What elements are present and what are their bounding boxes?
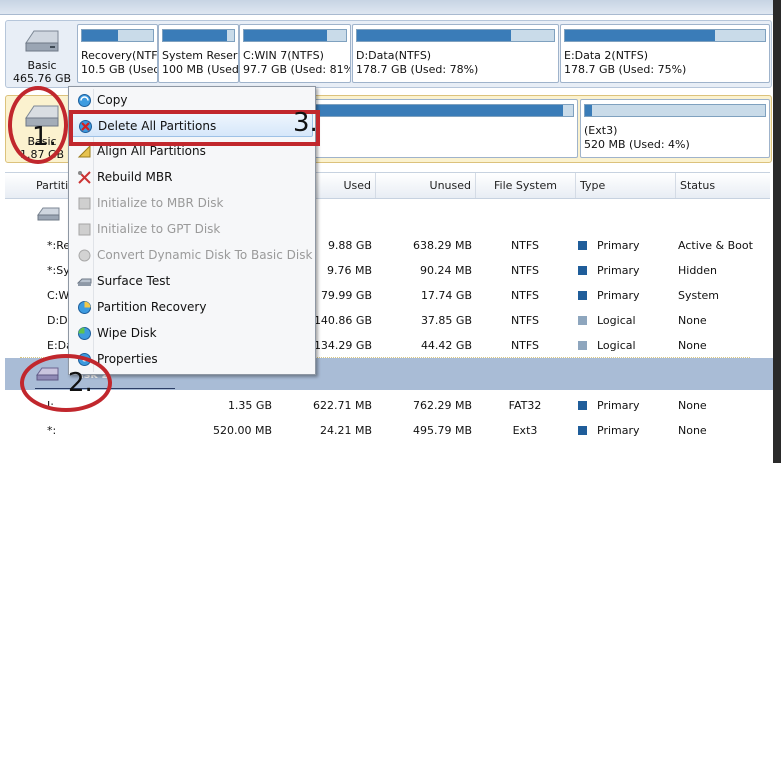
menu-item-wipe-disk[interactable]: Wipe Disk xyxy=(71,321,313,345)
disk1-partition-5[interactable]: E:Data 2(NTFS) 178.7 GB (Used: 75%) xyxy=(560,24,770,83)
window-top-strip xyxy=(0,0,773,15)
annotation-box-delete xyxy=(69,110,320,146)
usage-bar xyxy=(564,29,766,42)
wipe-disk-icon xyxy=(78,327,91,340)
annotation-step-2: 2. xyxy=(68,368,93,398)
usage-bar xyxy=(81,29,154,42)
menu-item-partition-recovery[interactable]: Partition Recovery xyxy=(71,295,313,319)
tools-icon xyxy=(78,171,91,184)
annotation-step-1: 1. xyxy=(32,122,57,152)
col-file-system[interactable]: File System xyxy=(475,173,575,198)
disk1-partition-3[interactable]: C:WIN 7(NTFS) 97.7 GB (Used: 81%) xyxy=(239,24,351,83)
partition-manager-window: Basic 465.76 GB Recovery(NTF 10.5 GB (Us… xyxy=(0,0,773,463)
partition-name: D:Data(NTFS) xyxy=(356,49,432,62)
primary-color-icon xyxy=(578,401,587,410)
disk1-size: 465.76 GB xyxy=(12,72,72,85)
primary-color-icon xyxy=(578,291,587,300)
partition-detail: 10.5 GB (Used xyxy=(81,63,158,76)
disk1-group-icon xyxy=(37,207,60,221)
initialize-gpt-icon xyxy=(78,223,91,236)
usage-bar xyxy=(162,29,235,42)
vertical-scrollbar[interactable] xyxy=(773,0,781,463)
copy-icon xyxy=(78,94,91,107)
partition-name: E:Data 2(NTFS) xyxy=(564,49,649,62)
menu-item-properties[interactable]: Properties xyxy=(71,347,313,371)
usage-bar xyxy=(356,29,555,42)
menu-item-initialize-mbr[interactable]: Initialize to MBR Disk xyxy=(71,191,313,215)
logical-color-icon xyxy=(578,341,587,350)
partition-recovery-icon xyxy=(78,301,91,314)
annotation-step-3: 3. xyxy=(293,108,318,138)
disk1-partition-1[interactable]: Recovery(NTF 10.5 GB (Used xyxy=(77,24,158,83)
annotation-ring-disk2-row xyxy=(20,354,112,412)
logical-color-icon xyxy=(578,316,587,325)
surface-test-icon xyxy=(77,278,92,286)
disk2-partition-2[interactable]: (Ext3) 520 MB (Used: 4%) xyxy=(580,99,770,158)
partition-name: C:WIN 7(NTFS) xyxy=(243,49,324,62)
menu-item-copy[interactable]: Copy xyxy=(71,88,313,112)
partition-detail: 100 MB (Used: xyxy=(162,63,239,76)
hard-disk-icon xyxy=(25,30,59,52)
partition-name: (Ext3) xyxy=(584,124,618,137)
align-icon xyxy=(77,144,91,158)
menu-item-rebuild-mbr[interactable]: Rebuild MBR xyxy=(71,165,313,189)
menu-item-surface-test[interactable]: Surface Test xyxy=(71,269,313,293)
partition-detail: 178.7 GB (Used: 78%) xyxy=(356,63,479,76)
disk1-tile[interactable]: Basic 465.76 GB xyxy=(10,24,74,85)
disk1-partition-2[interactable]: System Reserv 100 MB (Used: xyxy=(158,24,239,83)
partition-detail: 97.7 GB (Used: 81%) xyxy=(243,63,351,76)
disk1-partition-4[interactable]: D:Data(NTFS) 178.7 GB (Used: 78%) xyxy=(352,24,559,83)
menu-item-convert-dynamic[interactable]: Convert Dynamic Disk To Basic Disk xyxy=(71,243,313,267)
disk1-map-row[interactable]: Basic 465.76 GB Recovery(NTF 10.5 GB (Us… xyxy=(5,20,772,88)
disk1-type: Basic xyxy=(27,59,57,72)
partition-name: System Reserv xyxy=(162,49,239,62)
initialize-mbr-icon xyxy=(78,197,91,210)
col-partition[interactable]: Partitio xyxy=(5,173,75,198)
usage-bar xyxy=(243,29,347,42)
usage-bar xyxy=(584,104,766,117)
primary-color-icon xyxy=(578,241,587,250)
menu-item-initialize-gpt[interactable]: Initialize to GPT Disk xyxy=(71,217,313,241)
partition-detail: 520 MB (Used: 4%) xyxy=(584,138,690,151)
partition-name: Recovery(NTF xyxy=(81,49,158,62)
primary-color-icon xyxy=(578,266,587,275)
primary-color-icon xyxy=(578,426,587,435)
partition-detail: 178.7 GB (Used: 75%) xyxy=(564,63,687,76)
col-status[interactable]: Status xyxy=(675,173,770,198)
col-unused[interactable]: Unused xyxy=(375,173,475,198)
convert-disk-icon xyxy=(78,249,91,262)
col-type[interactable]: Type xyxy=(575,173,675,198)
